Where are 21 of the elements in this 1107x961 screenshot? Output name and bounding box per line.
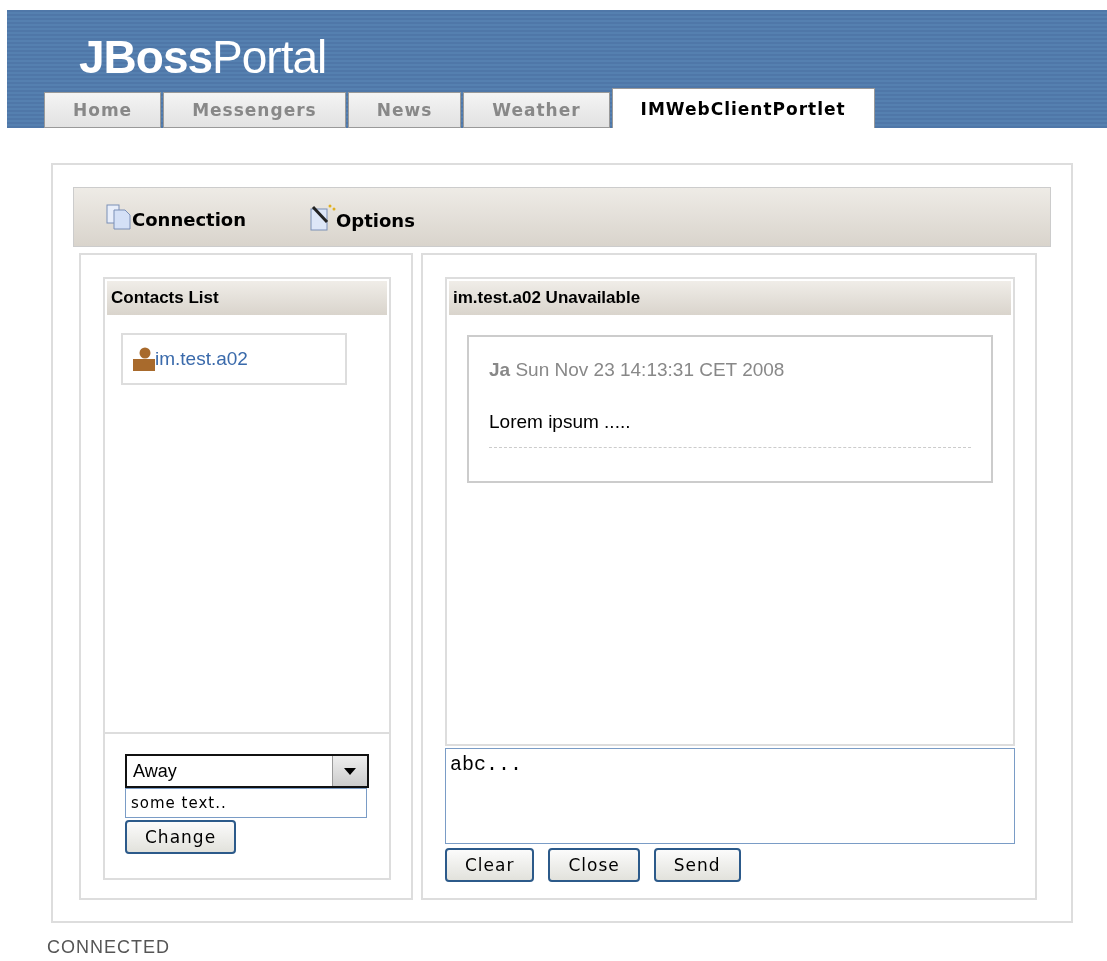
message-header: Ja Sun Nov 23 14:13:31 CET 2008 [489,359,786,381]
chat-button[interactable]: Clear [445,848,535,882]
tab[interactable]: IMWebClientPortlet [611,88,875,128]
person-icon [133,347,155,371]
panel-title: im.test.a02 Unavailable [449,281,1011,315]
status-message-field[interactable]: some text.. [125,788,367,818]
menu-item[interactable]: Connection [132,209,247,230]
pages-icon [106,204,132,230]
caret-icon [344,767,356,775]
connection-status: CONNECTED [47,937,171,958]
message-text: Lorem ipsum ..... [489,411,971,448]
status-select[interactable]: Away [125,754,369,788]
message-input[interactable]: abc... [445,748,1015,844]
panel-title: Contacts List [107,281,387,315]
contact-link[interactable]: im.test.a02 [155,348,248,370]
chat-button[interactable]: Send [653,848,741,882]
logo: JBossPortal [78,30,328,80]
change-button[interactable]: Change [125,820,237,854]
menu-item[interactable]: Options [336,210,415,231]
wand-icon [310,203,337,231]
chat-button[interactable]: Close [548,848,640,882]
